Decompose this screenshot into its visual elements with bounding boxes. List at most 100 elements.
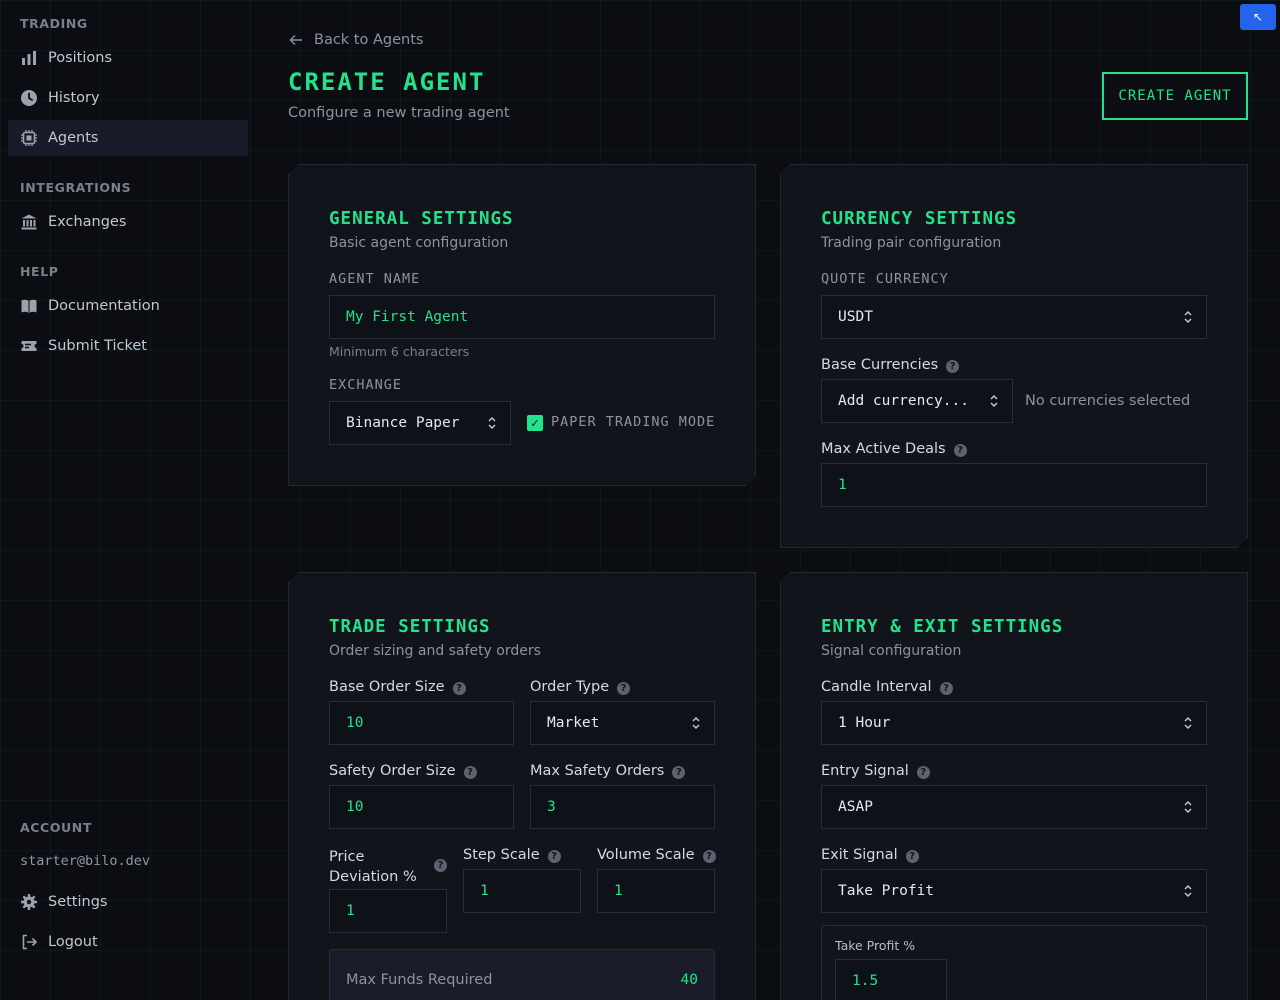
create-agent-button[interactable]: CREATE AGENT [1102,72,1248,120]
label-text: Safety Order Size [329,763,456,779]
max-active-deals-input[interactable]: 1 [821,463,1207,507]
sidebar-heading-help: HELP [20,264,59,279]
sidebar-item-submit-ticket[interactable]: Submit Ticket [8,328,248,364]
sidebar-item-exchanges[interactable]: Exchanges [8,204,248,240]
volume-scale-input[interactable]: 1 [597,869,715,913]
label-text: Step Scale [463,847,540,863]
take-profit-input[interactable]: 1.5 [835,959,947,1000]
select-chevron-icon [486,415,498,431]
order-type-label: Order Type? [530,679,630,695]
quote-currency-value: USDT [838,309,873,325]
volume-scale-label: Volume Scale? [597,847,716,863]
ticket-icon [20,337,38,355]
take-profit-label: Take Profit % [835,938,916,953]
max-active-deals-label: Max Active Deals? [821,441,967,457]
select-chevron-icon [1182,799,1194,815]
order-type-select[interactable]: Market [530,701,715,745]
book-icon [20,297,38,315]
base-currency-placeholder: Add currency... [838,393,969,409]
select-chevron-icon [1182,883,1194,899]
general-settings-card: GENERAL SETTINGS Basic agent configurati… [288,164,756,486]
price-deviation-input[interactable]: 1 [329,889,447,933]
help-icon[interactable]: ? [453,682,466,695]
quote-currency-label: QUOTE CURRENCY [821,271,949,287]
sidebar-item-label: Settings [48,894,108,910]
help-icon[interactable]: ? [954,444,967,457]
help-icon[interactable]: ? [464,766,477,779]
select-chevron-icon [1182,715,1194,731]
help-icon[interactable]: ? [906,850,919,863]
help-icon[interactable]: ? [548,850,561,863]
take-profit-panel: Take Profit % 1.5 [821,925,1207,1000]
help-icon[interactable]: ? [434,859,447,872]
sidebar-heading-integrations: INTEGRATIONS [20,180,132,195]
sidebar-item-label: Positions [48,50,113,66]
agent-name-label: AGENT NAME [329,271,421,287]
help-icon[interactable]: ? [617,682,630,695]
candle-interval-select[interactable]: 1 Hour [821,701,1207,745]
help-icon[interactable]: ? [672,766,685,779]
sidebar-item-logout[interactable]: Logout [8,924,248,960]
exit-signal-select[interactable]: Take Profit [821,869,1207,913]
safety-order-size-input[interactable]: 10 [329,785,514,829]
bank-icon [20,213,38,231]
exit-signal-label: Exit Signal? [821,847,919,863]
sidebar-item-agents[interactable]: Agents [8,120,248,156]
page-subtitle: Configure a new trading agent [288,105,510,121]
account-email: starter@bilo.dev [20,853,151,869]
candle-interval-label: Candle Interval? [821,679,953,695]
quote-currency-select[interactable]: USDT [821,295,1207,339]
paper-trading-checkbox[interactable]: ✓ [527,415,543,431]
label-text: Order Type [530,679,610,695]
back-to-agents-link[interactable]: Back to Agents [288,32,423,48]
entry-signal-label: Entry Signal? [821,763,930,779]
card-subtitle: Signal configuration [821,643,962,659]
label-text: Base Currencies [821,357,939,373]
sidebar-item-label: Documentation [48,298,160,314]
help-icon[interactable]: ? [703,850,716,863]
card-title: CURRENCY SETTINGS [821,209,1018,229]
safety-order-size-label: Safety Order Size? [329,763,477,779]
arrow-left-icon [289,35,302,45]
sidebar-item-documentation[interactable]: Documentation [8,288,248,324]
exchange-select[interactable]: Binance Paper [329,401,511,445]
base-order-size-input[interactable]: 10 [329,701,514,745]
cursor-mode-badge[interactable]: ↖ [1240,4,1276,30]
sidebar-item-label: Exchanges [48,214,127,230]
sidebar-item-history[interactable]: History [8,80,248,116]
select-chevron-icon [988,393,1000,409]
card-title: TRADE SETTINGS [329,617,491,637]
entry-signal-value: ASAP [838,799,873,815]
exit-signal-value: Take Profit [838,883,935,899]
label-text: Entry Signal [821,763,909,779]
card-subtitle: Trading pair configuration [821,235,1002,251]
label-text: Price Deviation % [329,849,417,885]
exchange-select-value: Binance Paper [346,415,460,431]
base-currencies-label: Base Currencies? [821,357,959,373]
entry-signal-select[interactable]: ASAP [821,785,1207,829]
page-title: CREATE AGENT [288,68,486,96]
help-icon[interactable]: ? [946,360,959,373]
base-order-size-label: Base Order Size? [329,679,466,695]
max-safety-orders-input[interactable]: 3 [530,785,715,829]
step-scale-input[interactable]: 1 [463,869,581,913]
gear-icon [20,893,38,911]
sidebar-item-label: Submit Ticket [48,338,147,354]
base-currency-select[interactable]: Add currency... [821,379,1013,423]
sidebar-item-settings[interactable]: Settings [8,884,248,920]
clock-icon [20,89,38,107]
logout-icon [20,933,38,951]
price-deviation-label: Price Deviation %? [329,847,447,887]
max-funds-label: Max Funds Required [346,972,493,988]
paper-trading-label: PAPER TRADING MODE [551,414,716,430]
sidebar-item-positions[interactable]: Positions [8,40,248,76]
trade-settings-card: TRADE SETTINGS Order sizing and safety o… [288,572,756,1000]
no-currencies-text: No currencies selected [1025,393,1191,409]
agent-name-hint: Minimum 6 characters [329,344,470,359]
back-link-label: Back to Agents [314,32,424,48]
help-icon[interactable]: ? [940,682,953,695]
label-text: Exit Signal [821,847,898,863]
help-icon[interactable]: ? [917,766,930,779]
entry-exit-settings-card: ENTRY & EXIT SETTINGS Signal configurati… [780,572,1248,1000]
agent-name-input[interactable]: My First Agent [329,295,715,339]
